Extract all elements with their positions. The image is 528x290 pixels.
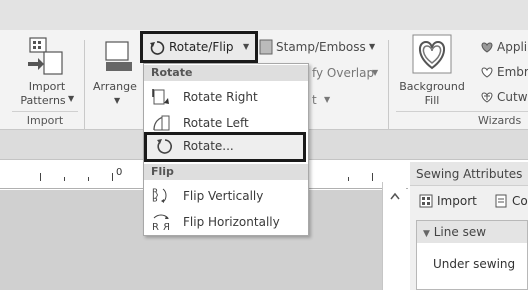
arrange-button[interactable]: Arrange [93,80,137,93]
menu-item-flip-vertically[interactable]: R R Flip Vertically [144,183,308,209]
vertical-scrollbar[interactable] [382,182,406,290]
copy-attributes-button[interactable]: Co [512,194,528,208]
arrange-dropdown-arrow[interactable]: ▼ [114,96,120,105]
rotate-right-icon [152,89,169,105]
appli-button[interactable]: Appli [497,40,527,54]
chevron-down-icon: ▼ [243,42,250,51]
copy-attributes-icon [494,193,508,208]
flip-vertically-label: Flip Vertically [183,189,264,203]
line-sew-header[interactable]: ▼ Line sew [417,221,527,243]
rotate-right-label: Rotate Right [183,90,258,104]
rotate-icon [157,139,172,154]
flip-horizontally-label: Flip Horizontally [183,215,280,229]
scroll-up-arrow-icon[interactable] [390,192,400,200]
svg-text:R: R [163,222,170,232]
cutwork-icon [480,89,494,103]
under-sewing-label: Under sewing [433,257,516,271]
svg-text:R: R [152,222,159,232]
menu-section-header-rotate: Rotate [144,65,308,81]
rotate-label: Rotate... [183,139,234,153]
rotate-flip-button[interactable]: Rotate/Flip ▼ [140,31,258,63]
heart-outline-icon [480,64,494,78]
flip-horizontally-icon: R R [152,214,170,232]
stamp-emboss-button[interactable]: Stamp/Emboss [276,40,366,54]
embr-button[interactable]: Embr [497,65,528,79]
rotate-flip-label: Rotate/Flip [169,40,234,54]
menu-item-rotate[interactable]: Rotate... [144,132,306,162]
import-attributes-icon [419,193,433,208]
background-fill-label-2[interactable]: Fill [396,94,468,107]
arrange-icon [104,40,134,74]
ribbon-tab-bar [0,0,528,30]
flip-vertically-icon: R R [152,188,167,203]
separator [84,40,85,130]
background-fill-label-1[interactable]: Background [396,80,468,93]
import-group-label: Import [26,114,64,127]
stamp-emboss-icon [259,39,273,55]
separator [388,40,389,130]
wizards-group-label: Wizards [478,114,522,127]
partial-dropdown-arrow[interactable]: ▼ [324,95,330,104]
stamp-emboss-dropdown-arrow[interactable]: ▼ [369,42,375,51]
import-attributes-button[interactable]: Import [437,194,477,208]
import-group-divider [12,111,78,112]
import-patterns-dropdown-arrow[interactable]: ▼ [68,94,74,103]
cutw-button[interactable]: Cutw [497,90,528,104]
menu-item-flip-horizontally[interactable]: R R Flip Horizontally [144,209,308,235]
menu-section-header-flip: Flip [144,164,308,180]
import-patterns-icon [24,36,68,76]
rotate-left-icon [153,115,170,131]
collapse-arrow-icon: ▼ [423,229,430,239]
ruler-zero-label: 0 [116,167,123,178]
line-sew-section: ▼ Line sew Under sewing [416,220,528,290]
heart-icon [480,39,494,53]
svg-text:R: R [152,192,158,202]
menu-item-rotate-right[interactable]: Rotate Right [144,84,308,110]
wizards-group-divider [396,111,528,112]
overlap-dropdown-arrow[interactable]: ▼ [372,68,378,77]
background-fill-icon [412,34,452,74]
import-patterns-label-1[interactable]: Import [14,80,80,93]
import-patterns-label-2[interactable]: Patterns [10,94,76,107]
line-sew-label: Line sew [433,225,487,239]
sewing-attributes-title: Sewing Attributes [410,162,528,186]
overlap-button[interactable]: fy Overlap [312,66,374,80]
partial-button[interactable]: t [312,93,317,107]
rotate-flip-icon [150,41,165,55]
rotate-flip-menu: Rotate Rotate Right Rotate Left Rotate..… [143,63,309,236]
